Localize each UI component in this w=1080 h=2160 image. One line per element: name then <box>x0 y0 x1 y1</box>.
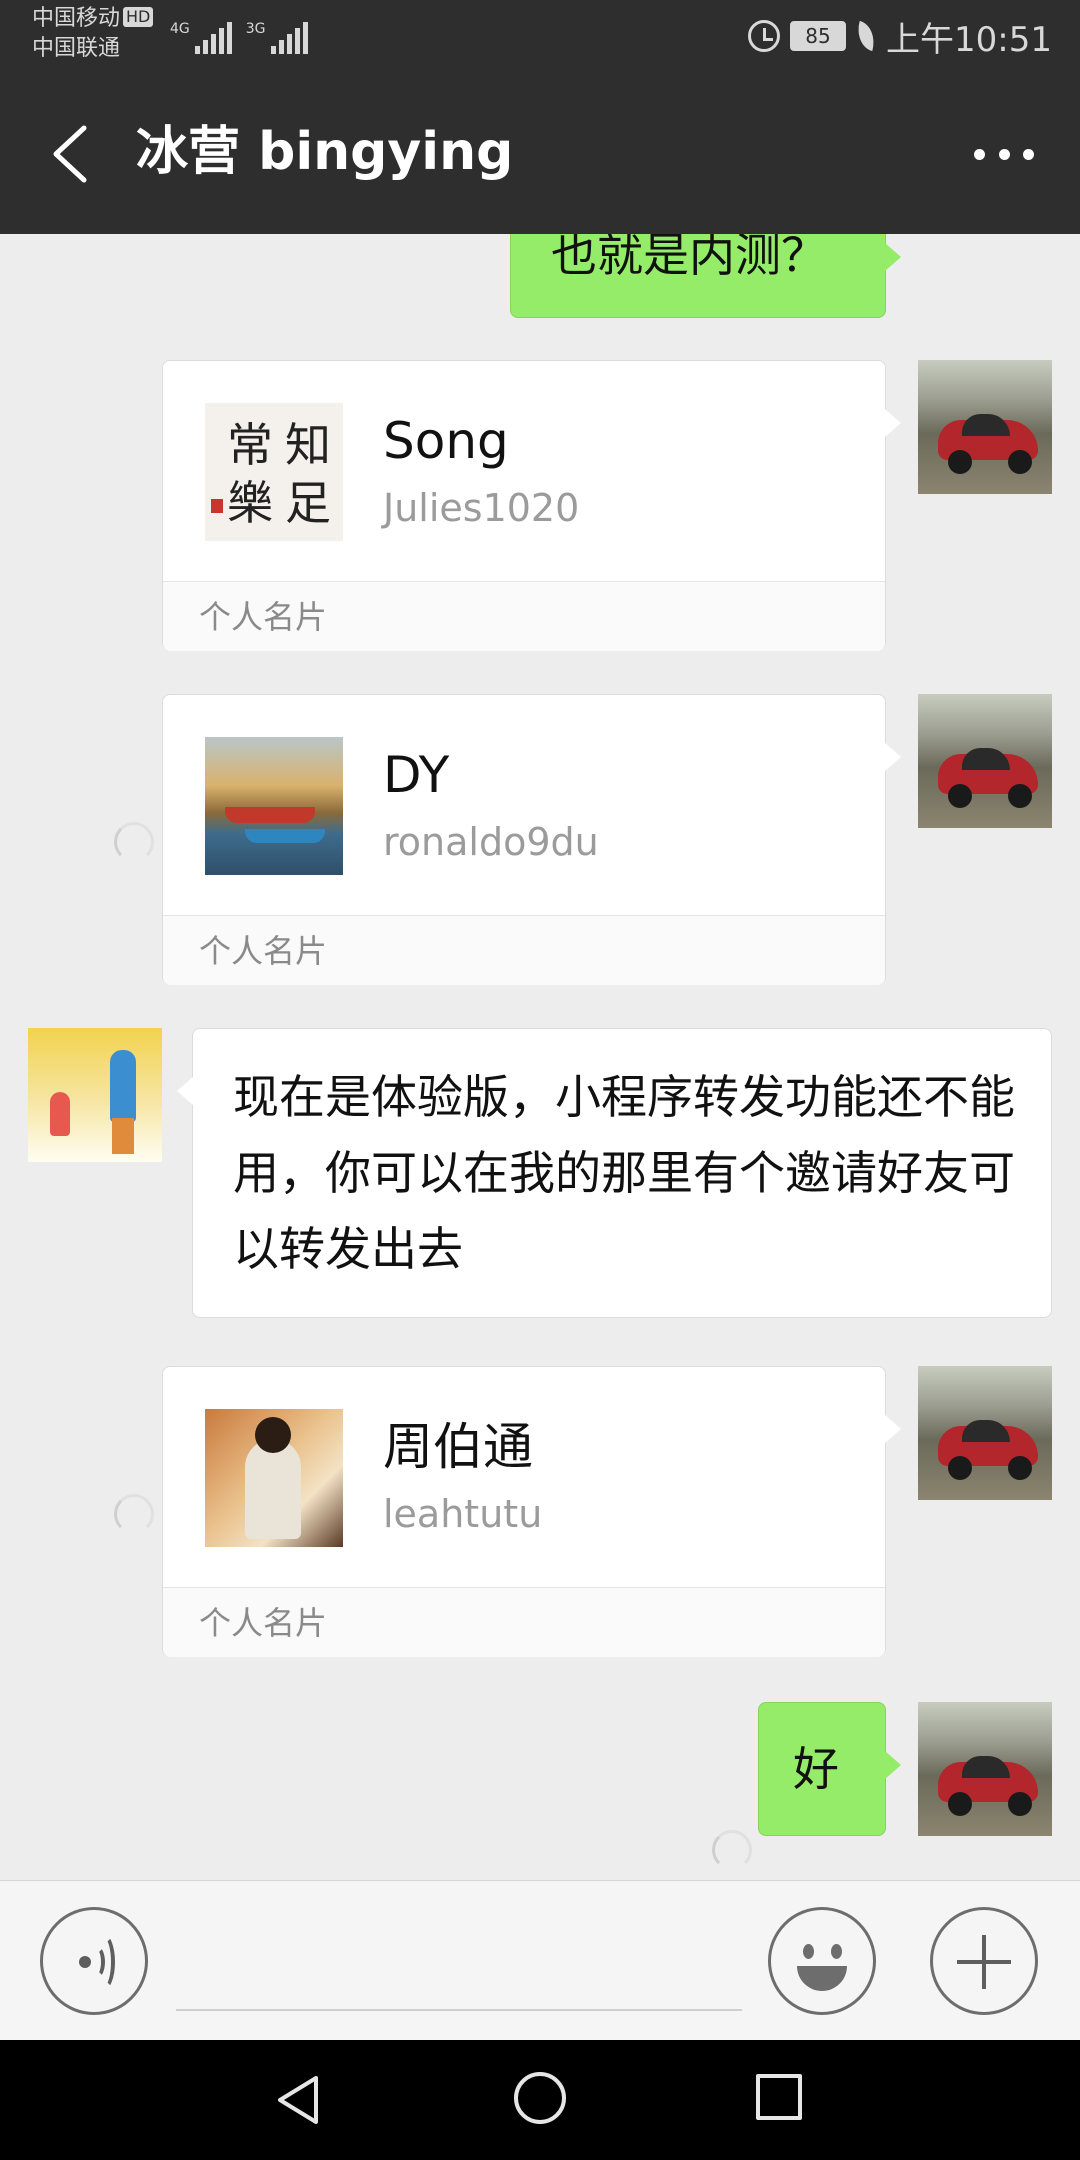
signal-4g-icon: 4G <box>170 22 232 54</box>
contact-name: 周伯通 <box>383 1418 533 1476</box>
my-avatar[interactable] <box>918 694 1052 828</box>
message-text: 现在是体验版，小程序转发功能还不能用，你可以在我的那里有个邀请好友可以转发出去 <box>233 1070 1015 1276</box>
chat-header: 冰营 bingying <box>0 72 1080 234</box>
system-nav-bar <box>0 2040 1080 2160</box>
nav-back-icon[interactable] <box>272 2072 328 2128</box>
voice-input-button[interactable] <box>40 1907 148 2015</box>
my-avatar[interactable] <box>918 360 1052 494</box>
back-arrow-icon[interactable] <box>46 122 106 186</box>
sending-spinner-icon <box>712 1830 752 1870</box>
emoji-button[interactable] <box>768 1907 876 2015</box>
alarm-icon <box>748 20 781 52</box>
carrier-2: 中国联通 <box>32 36 121 61</box>
input-bar <box>0 1880 1080 2040</box>
contact-name: Song <box>383 412 509 470</box>
sending-spinner-icon <box>114 1494 154 1534</box>
contact-card[interactable]: 知 足 常 樂 Song Julies1020 个人名片 <box>162 360 901 651</box>
contact-id: ronaldo9du <box>383 820 599 864</box>
contact-avatar: 知 足 常 樂 <box>205 403 343 541</box>
contact-avatar[interactable] <box>28 1028 162 1162</box>
contact-name: DY <box>383 746 450 804</box>
chat-title: 冰营 bingying <box>136 122 514 182</box>
carrier-1: 中国移动 <box>32 6 121 31</box>
more-options-icon[interactable] <box>974 134 1034 174</box>
message-input[interactable] <box>176 2009 742 2011</box>
contact-avatar <box>205 1409 343 1547</box>
contact-id: leahtutu <box>383 1492 543 1536</box>
sent-message-bubble[interactable]: 也就是内测？ <box>510 234 901 318</box>
message-text: 也就是内测？ <box>551 234 827 282</box>
card-type-label: 个人名片 <box>199 932 328 970</box>
my-avatar[interactable] <box>918 1366 1052 1500</box>
contact-avatar <box>205 737 343 875</box>
sending-spinner-icon <box>114 822 154 862</box>
contact-id: Julies1020 <box>383 486 580 530</box>
status-right: 85 上午10:51 <box>748 14 1052 60</box>
nav-recents-icon[interactable] <box>756 2074 802 2120</box>
clock: 上午10:51 <box>886 19 1052 60</box>
message-text: 好 <box>793 1742 839 1796</box>
my-avatar[interactable] <box>918 1702 1052 1836</box>
card-footer: 个人名片 <box>163 1587 885 1657</box>
card-footer: 个人名片 <box>163 581 885 651</box>
card-type-label: 个人名片 <box>199 1604 328 1642</box>
contact-card[interactable]: DY ronaldo9du 个人名片 <box>162 694 901 985</box>
power-saving-icon <box>852 20 880 52</box>
nav-home-icon[interactable] <box>514 2072 566 2124</box>
contact-card[interactable]: 周伯通 leahtutu 个人名片 <box>162 1366 901 1657</box>
emoji-icon <box>803 1944 814 1959</box>
message-list[interactable]: 也就是内测？ 知 足 常 樂 Song Julies1020 个人名片 DY r… <box>0 234 1080 1880</box>
seal-stamp <box>211 499 223 513</box>
signal-3g-icon: 3G <box>246 22 308 54</box>
card-type-label: 个人名片 <box>199 598 328 636</box>
card-footer: 个人名片 <box>163 915 885 985</box>
sent-message-bubble[interactable]: 好 <box>758 1702 901 1836</box>
more-functions-button[interactable] <box>930 1907 1038 2015</box>
received-message-bubble[interactable]: 现在是体验版，小程序转发功能还不能用，你可以在我的那里有个邀请好友可以转发出去 <box>177 1028 1052 1318</box>
battery-icon: 85 <box>790 21 847 51</box>
carrier-info: 中国移动 HD 中国联通 <box>32 4 154 64</box>
hd-badge: HD <box>123 7 154 27</box>
status-bar: 中国移动 HD 中国联通 4G 3G 85 上午10:51 <box>0 0 1080 72</box>
signal-indicators: 4G 3G <box>170 14 308 54</box>
